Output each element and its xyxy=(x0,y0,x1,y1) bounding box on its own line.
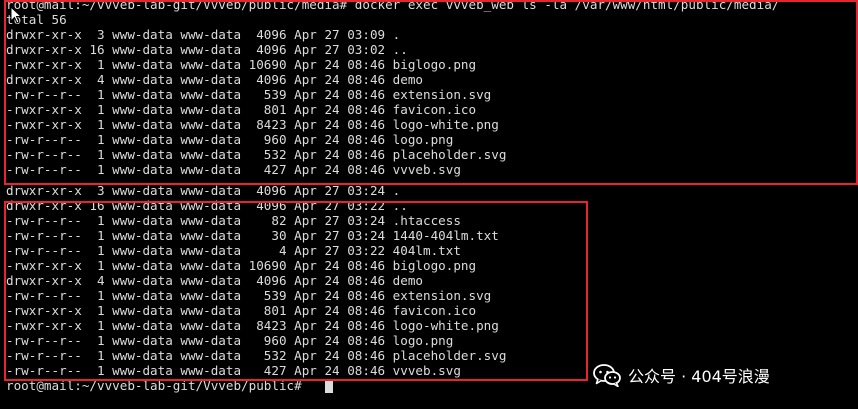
terminal-line: drwxr-xr-x 4 www-data www-data 4096 Apr … xyxy=(6,72,424,87)
wechat-icon xyxy=(593,364,621,387)
terminal-line: -rw-r--r-- 1 www-data www-data 82 Apr 27… xyxy=(6,213,461,228)
terminal-line: -rw-r--r-- 1 www-data www-data 960 Apr 2… xyxy=(6,132,454,147)
terminal-window[interactable]: root@mail:~/vvveb-lab-git/Vvveb/public/m… xyxy=(0,0,858,409)
terminal-line: -rw-r--r-- 1 www-data www-data 960 Apr 2… xyxy=(6,333,454,348)
terminal-prompt[interactable]: root@mail:~/vvveb-lab-git/Vvveb/public# xyxy=(6,378,302,393)
terminal-line: -rw-r--r-- 1 www-data www-data 30 Apr 27… xyxy=(6,228,499,243)
terminal-line: -rwxr-xr-x 1 www-data www-data 8423 Apr … xyxy=(6,117,499,132)
watermark: 公众号 · 404号浪漫 xyxy=(592,362,770,388)
terminal-line: -rw-r--r-- 1 www-data www-data 4 Apr 27 … xyxy=(6,243,461,258)
terminal-line: -rwxr-xr-x 1 www-data www-data 8423 Apr … xyxy=(6,318,499,333)
terminal-line: -rw-r--r-- 1 www-data www-data 427 Apr 2… xyxy=(6,363,461,378)
terminal-line: -rwxr-xr-x 1 www-data www-data 10690 Apr… xyxy=(6,258,477,273)
terminal-line: drwxr-xr-x 3 www-data www-data 4096 Apr … xyxy=(6,183,401,198)
terminal-line: -rwxr-xr-x 1 www-data www-data 801 Apr 2… xyxy=(6,102,477,117)
terminal-line: -rw-r--r-- 1 www-data www-data 539 Apr 2… xyxy=(6,87,492,102)
watermark-text: 公众号 · 404号浪漫 xyxy=(628,367,770,386)
terminal-line: -rw-r--r-- 1 www-data www-data 539 Apr 2… xyxy=(6,288,492,303)
text-cursor xyxy=(325,380,333,393)
terminal-line: -rw-r--r-- 1 www-data www-data 532 Apr 2… xyxy=(6,147,507,162)
terminal-line: -rw-r--r-- 1 www-data www-data 427 Apr 2… xyxy=(6,162,461,177)
terminal-line: -rwxr-xr-x 1 www-data www-data 10690 Apr… xyxy=(6,57,477,72)
terminal-line: drwxr-xr-x 4 www-data www-data 4096 Apr … xyxy=(6,273,424,288)
terminal-line: drwxr-xr-x 16 www-data www-data 4096 Apr… xyxy=(6,198,408,213)
terminal-line: -rwxr-xr-x 1 www-data www-data 801 Apr 2… xyxy=(6,303,477,318)
mouse-pointer-icon xyxy=(10,6,22,24)
terminal-line: drwxr-xr-x 16 www-data www-data 4096 Apr… xyxy=(6,42,408,57)
terminal-line: drwxr-xr-x 3 www-data www-data 4096 Apr … xyxy=(6,27,401,42)
terminal-line: -rw-r--r-- 1 www-data www-data 532 Apr 2… xyxy=(6,348,507,363)
terminal-line-command: root@mail:~/vvveb-lab-git/Vvveb/public/m… xyxy=(6,0,780,12)
